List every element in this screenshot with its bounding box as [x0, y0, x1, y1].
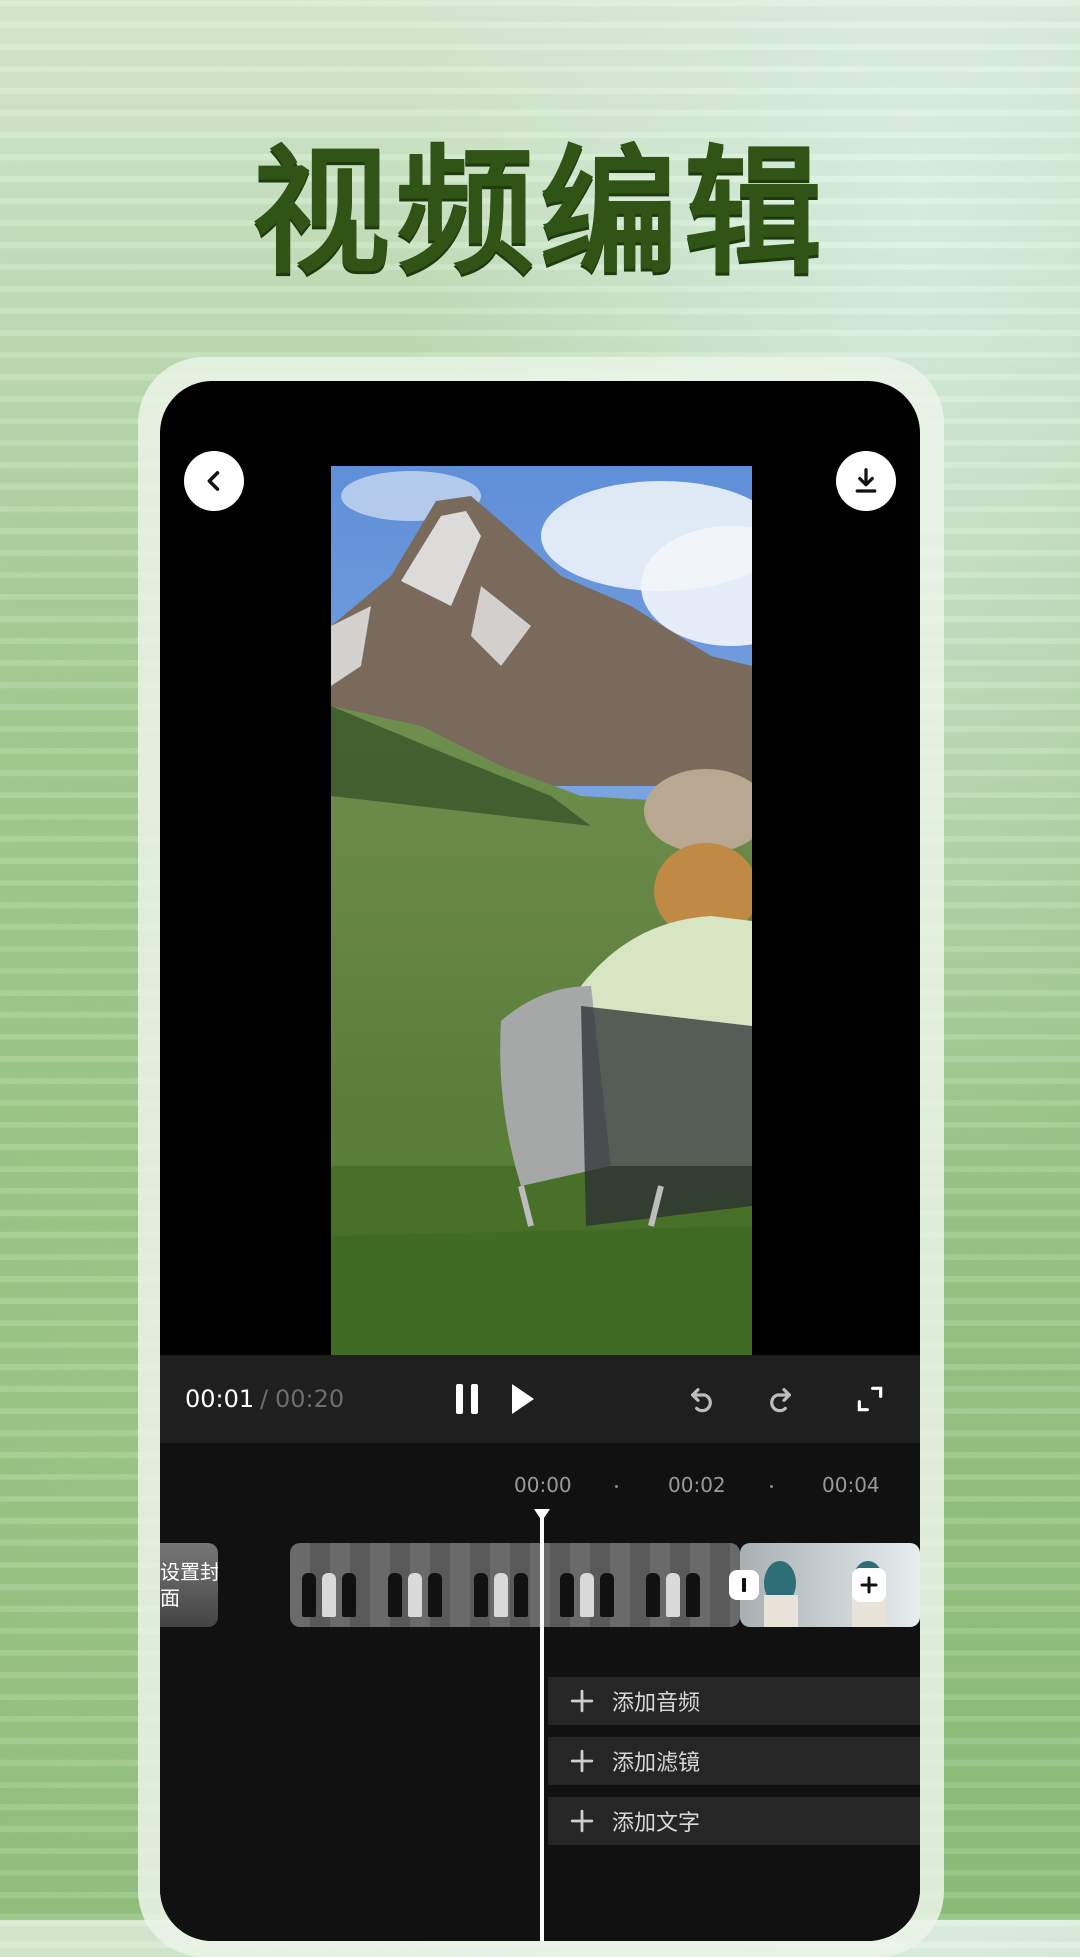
- playhead[interactable]: [540, 1515, 544, 1941]
- clip-split-handle[interactable]: [729, 1570, 759, 1600]
- pause-icon: [456, 1384, 478, 1414]
- redo-icon: [770, 1388, 791, 1413]
- clip-thumb-figure: [388, 1573, 402, 1617]
- video-clip-2[interactable]: [740, 1543, 920, 1627]
- plus-icon: [570, 1749, 594, 1773]
- add-text-track[interactable]: 添加文字: [548, 1797, 920, 1845]
- video-clip-1[interactable]: [290, 1543, 740, 1627]
- editor-screen: 00:01 / 00:20 00:00 00:02 00:04 设置封面 添加音…: [160, 381, 920, 1941]
- total-time: 00:20: [275, 1385, 345, 1413]
- clip-thumb-figure: [686, 1573, 700, 1617]
- tick-label: 00:04: [822, 1473, 880, 1497]
- set-cover-button[interactable]: 设置封面: [160, 1543, 218, 1627]
- plus-icon: [570, 1809, 594, 1833]
- clip-thumb-portraits: [764, 1561, 886, 1627]
- undo-icon: [691, 1388, 712, 1413]
- clip-thumb-figure: [666, 1573, 680, 1617]
- fullscreen-icon: [857, 1386, 883, 1412]
- current-time: 00:01: [185, 1385, 255, 1413]
- download-icon: [855, 468, 877, 493]
- time-separator: /: [260, 1385, 269, 1413]
- add-clip-button[interactable]: [852, 1568, 886, 1602]
- play-button[interactable]: [500, 1377, 544, 1421]
- add-audio-track[interactable]: 添加音频: [548, 1677, 920, 1725]
- track-label: 添加文字: [612, 1811, 701, 1836]
- clip-thumb-figure: [408, 1573, 422, 1617]
- page-headline: 视频编辑: [251, 132, 828, 293]
- tick-label: 00:00: [514, 1473, 572, 1497]
- playback-control-bar: 00:01 / 00:20: [160, 1355, 920, 1443]
- play-icon: [512, 1384, 534, 1414]
- video-frame: [331, 466, 752, 1361]
- redo-button[interactable]: [758, 1377, 802, 1421]
- timeline-area: 00:00 00:02 00:04 设置封面 添加音频 添加滤镜 添加文字: [160, 1443, 920, 1941]
- tick-dot: [770, 1485, 773, 1488]
- clip-thumb-figure: [580, 1573, 594, 1617]
- clip-thumb-figure: [646, 1573, 660, 1617]
- clip-thumb-figure: [494, 1573, 508, 1617]
- track-label: 添加滤镜: [612, 1751, 701, 1776]
- plus-icon: [570, 1689, 594, 1713]
- download-button[interactable]: [836, 451, 896, 511]
- back-button[interactable]: [184, 451, 244, 511]
- clip-thumb-figure: [474, 1573, 488, 1617]
- clip-thumb-figure: [302, 1573, 316, 1617]
- chevron-left-icon: [207, 471, 220, 491]
- clip-thumb-figure: [514, 1573, 528, 1617]
- undo-button[interactable]: [680, 1377, 724, 1421]
- pause-button[interactable]: [445, 1377, 489, 1421]
- video-preview[interactable]: [331, 466, 752, 1361]
- clip-thumb-figure: [428, 1573, 442, 1617]
- fullscreen-button[interactable]: [848, 1377, 892, 1421]
- tick-label: 00:02: [668, 1473, 726, 1497]
- plus-icon: [860, 1576, 878, 1594]
- tick-dot: [615, 1485, 618, 1488]
- clip-thumb-figure: [560, 1573, 574, 1617]
- clip-thumb-figure: [600, 1573, 614, 1617]
- track-label: 添加音频: [612, 1691, 701, 1716]
- clip-thumb-figure: [342, 1573, 356, 1617]
- cover-label: 设置封面: [160, 1560, 218, 1610]
- split-handle-icon: [742, 1578, 746, 1592]
- clip-thumb-figure: [322, 1573, 336, 1617]
- add-filter-track[interactable]: 添加滤镜: [548, 1737, 920, 1785]
